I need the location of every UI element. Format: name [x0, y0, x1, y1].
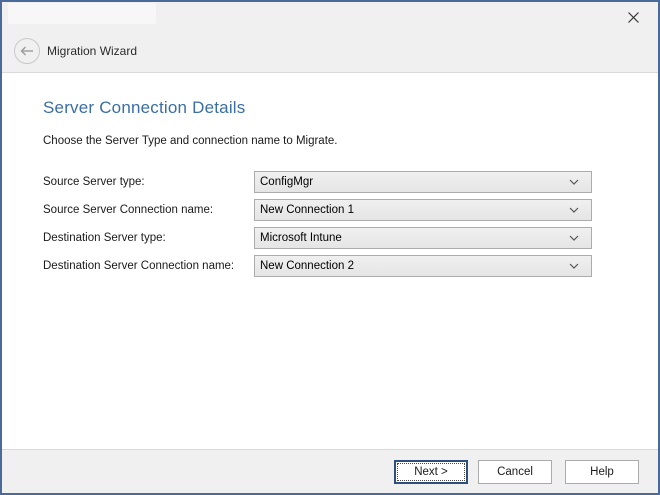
titlebar-highlight — [8, 3, 156, 24]
window-chrome: Migration Wizard — [2, 2, 658, 73]
cancel-button[interactable]: Cancel — [478, 460, 552, 484]
close-icon — [627, 11, 640, 24]
titlebar — [2, 2, 658, 29]
wizard-title: Migration Wizard — [47, 44, 137, 58]
form-row-source-server-type: Source Server type: ConfigMgr — [43, 171, 658, 193]
connection-form: Source Server type: ConfigMgr Source Ser… — [43, 171, 658, 277]
chevron-down-icon — [569, 263, 579, 269]
form-row-destination-connection-name: Destination Server Connection name: New … — [43, 255, 658, 277]
wizard-header: Migration Wizard — [2, 29, 658, 73]
back-arrow-icon — [20, 46, 34, 56]
chevron-down-icon — [569, 179, 579, 185]
destination-server-type-dropdown[interactable]: Microsoft Intune — [254, 227, 592, 249]
destination-server-type-label: Destination Server type: — [43, 232, 254, 244]
close-button[interactable] — [624, 8, 642, 26]
chevron-down-icon — [569, 207, 579, 213]
page-content: Server Connection Details Choose the Ser… — [2, 73, 658, 449]
form-row-destination-server-type: Destination Server type: Microsoft Intun… — [43, 227, 658, 249]
form-row-source-connection-name: Source Server Connection name: New Conne… — [43, 199, 658, 221]
page-title: Server Connection Details — [43, 98, 658, 118]
next-button[interactable]: Next > — [394, 460, 468, 484]
source-connection-name-value: New Connection 1 — [260, 204, 569, 216]
chevron-down-icon — [569, 235, 579, 241]
destination-connection-name-value: New Connection 2 — [260, 260, 569, 272]
help-button[interactable]: Help — [565, 460, 639, 484]
button-bar: Next > Cancel Help — [2, 449, 658, 493]
source-server-type-label: Source Server type: — [43, 176, 254, 188]
destination-server-type-value: Microsoft Intune — [260, 232, 569, 244]
source-server-type-dropdown[interactable]: ConfigMgr — [254, 171, 592, 193]
source-server-type-value: ConfigMgr — [260, 176, 569, 188]
destination-connection-name-dropdown[interactable]: New Connection 2 — [254, 255, 592, 277]
migration-wizard-window: Migration Wizard Server Connection Detai… — [0, 0, 660, 495]
source-connection-name-dropdown[interactable]: New Connection 1 — [254, 199, 592, 221]
instruction-text: Choose the Server Type and connection na… — [43, 135, 658, 147]
destination-connection-name-label: Destination Server Connection name: — [43, 260, 254, 272]
back-button[interactable] — [14, 38, 40, 64]
source-connection-name-label: Source Server Connection name: — [43, 204, 254, 216]
